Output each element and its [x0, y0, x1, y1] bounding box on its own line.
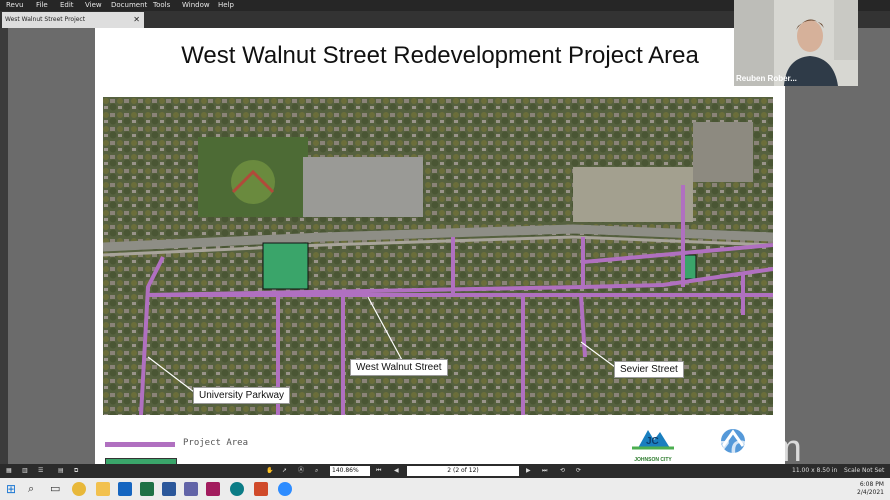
windows-start-icon[interactable]: ⊞ [6, 482, 20, 496]
svg-text:JC: JC [646, 436, 659, 447]
select-tool-icon[interactable]: ➚ [282, 466, 287, 476]
slide-page: West Walnut Street Redevelopment Project… [95, 28, 785, 464]
document-tab[interactable]: West Walnut Street Project Update_1_2021… [2, 12, 144, 39]
pan-tool-icon[interactable]: ✋ [266, 466, 273, 476]
menu-revu[interactable]: Revu [6, 0, 23, 11]
teams-icon[interactable] [184, 482, 198, 496]
close-icon[interactable]: ✕ [133, 12, 140, 28]
logo-text: JOHNSON CITY [634, 457, 672, 463]
side-ruler [0, 28, 8, 464]
search-icon[interactable]: ⌕ [28, 482, 42, 496]
johnson-city-logo-mark: JC [632, 430, 674, 450]
system-clock[interactable]: 6:08 PM 2/4/2021 [857, 481, 884, 497]
onenote-icon[interactable] [206, 482, 220, 496]
scale-indicator[interactable]: Scale Not Set [844, 466, 884, 476]
zoom-level-input[interactable]: 140.86% [330, 466, 370, 476]
menu-file[interactable]: File [36, 0, 48, 11]
zoom-app-icon[interactable] [278, 482, 292, 496]
next-page-icon[interactable]: ▶ [526, 466, 531, 476]
page-number-input[interactable]: 2 (2 of 12) [407, 466, 519, 476]
aerial-map: University Parkway West Walnut Street Se… [103, 97, 773, 415]
page-size: 11.00 x 8.50 in [792, 467, 838, 474]
label-university-parkway: University Parkway [193, 387, 291, 404]
clock-date: 2/4/2021 [857, 489, 884, 496]
menu-view[interactable]: View [85, 0, 102, 11]
menu-tools[interactable]: Tools [153, 0, 170, 11]
split-view-icon[interactable]: ▥ [22, 466, 28, 476]
menu-window[interactable]: Window [182, 0, 210, 11]
slide-title: West Walnut Street Redevelopment Project… [181, 42, 699, 69]
johnson-city-logo: JC JOHNSON CITY [628, 426, 678, 463]
file-explorer-icon[interactable] [96, 482, 110, 496]
chrome-icon[interactable] [72, 482, 86, 496]
list-view-icon[interactable]: ☰ [38, 466, 43, 476]
zoom-tool-icon[interactable]: ⌕ [315, 466, 318, 476]
compare-icon[interactable]: ⧉ [74, 466, 78, 476]
legend-project-area-swatch [105, 442, 175, 447]
task-view-icon[interactable]: ▭ [50, 482, 64, 496]
legend-project-area-label: Project Area [183, 438, 249, 448]
edge-icon[interactable] [230, 482, 244, 496]
previous-page-icon[interactable]: ◀ [394, 466, 399, 476]
grid-icon[interactable]: ▦ [6, 466, 12, 476]
participant-video-tile[interactable]: Reuben Rober... [734, 0, 858, 86]
back-icon[interactable]: ⟲ [560, 466, 565, 476]
last-page-icon[interactable]: ⏭ [542, 466, 547, 476]
outlook-icon[interactable] [118, 482, 132, 496]
menu-help[interactable]: Help [218, 0, 234, 11]
menu-document[interactable]: Document [111, 0, 147, 11]
word-icon[interactable] [162, 482, 176, 496]
excel-icon[interactable] [140, 482, 154, 496]
text-select-icon[interactable]: Ⓐ [298, 466, 304, 476]
first-page-icon[interactable]: ⏮ [376, 466, 381, 476]
clock-time: 6:08 PM [859, 481, 884, 488]
label-sevier-street: Sevier Street [614, 361, 684, 378]
forward-icon[interactable]: ⟳ [576, 466, 581, 476]
thumbnails-icon[interactable]: ▤ [58, 466, 64, 476]
bluebeam-icon[interactable] [254, 482, 268, 496]
bottom-toolbar: ▦ ▥ ☰ ▤ ⧉ ✋ ➚ Ⓐ ⌕ 140.86% ⏮ ◀ 2 (2 of 12… [0, 464, 890, 478]
participant-name: Reuben Rober... [736, 74, 797, 83]
menu-edit[interactable]: Edit [60, 0, 74, 11]
taskbar: ⊞ ⌕ ▭ 6:08 PM 2/4/2021 [0, 478, 890, 500]
label-west-walnut-street: West Walnut Street [350, 359, 448, 376]
